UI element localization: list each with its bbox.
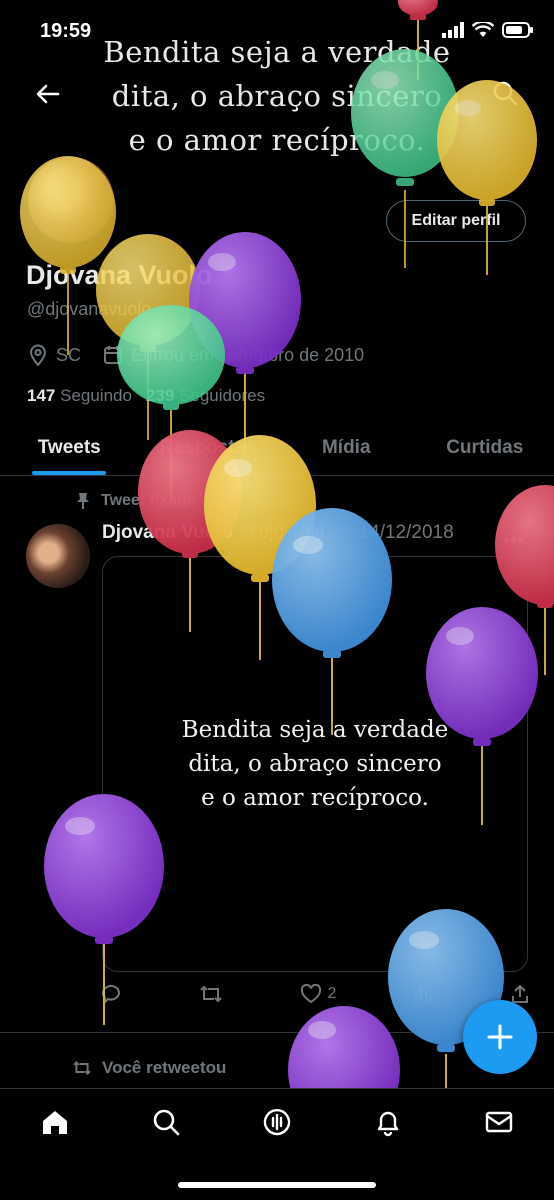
tweet-date: · 14/12/2018 <box>346 522 454 543</box>
compose-tweet-button[interactable] <box>463 1000 537 1074</box>
display-name: Djovana Vuolo <box>26 260 213 290</box>
tab-tweets[interactable]: Tweets <box>0 420 139 475</box>
like-icon <box>300 984 321 1004</box>
share-icon <box>511 984 528 1003</box>
joined-text: Entrou em setembro de 2010 <box>131 344 365 365</box>
tweet-header: Djovana Vuolo @djovana... · 14/12/2018 <box>102 522 454 544</box>
tweet-author-handle: @djovana... <box>239 522 341 543</box>
media-text: Bendita seja a verdade dita, o abraço si… <box>181 717 449 811</box>
tweet-media[interactable]: Bendita seja a verdade dita, o abraço si… <box>102 556 528 972</box>
profile-meta: SC Entrou em setembro de 2010 <box>28 344 364 366</box>
profile-avatar[interactable] <box>24 153 118 247</box>
user-handle: @djovanavuolo <box>27 299 152 319</box>
tweet-avatar[interactable] <box>26 524 90 588</box>
tweet-actions: 2 <box>100 984 530 1004</box>
tweet-author-name[interactable]: Djovana Vuolo <box>102 522 233 544</box>
following-link[interactable]: 147 Seguindo <box>27 386 132 406</box>
retweet-button[interactable] <box>199 984 223 1004</box>
compose-icon <box>487 1024 513 1050</box>
location-icon <box>29 344 47 366</box>
retweet-small-icon <box>73 1061 91 1075</box>
spaces-icon[interactable] <box>262 1107 292 1137</box>
follow-stats: 147 Seguindo 239 Seguidores <box>27 386 265 406</box>
profile-tabs: Tweets Respostas Mídia Curtidas <box>0 420 554 476</box>
more-options-icon[interactable]: ••• <box>503 530 524 553</box>
bell-icon[interactable] <box>373 1107 403 1137</box>
pin-icon <box>77 493 89 509</box>
tab-likes[interactable]: Curtidas <box>416 420 554 475</box>
edit-profile-button[interactable]: Editar perfil <box>386 200 526 242</box>
tab-replies[interactable]: Respostas <box>139 420 278 475</box>
back-icon[interactable] <box>34 80 62 108</box>
followers-link[interactable]: 239 Seguidores <box>146 386 265 406</box>
reply-button[interactable] <box>100 984 122 1004</box>
like-button[interactable]: 2 <box>300 984 337 1004</box>
views-icon <box>415 988 433 1002</box>
reply-icon <box>102 985 121 1004</box>
retweet-icon <box>200 985 222 1003</box>
banner-text: Bendita seja a verdade dita, o abraço si… <box>103 35 451 157</box>
search-nav-icon[interactable] <box>151 1107 181 1137</box>
share-button[interactable] <box>510 984 530 1004</box>
home-indicator <box>178 1182 376 1188</box>
views-button[interactable] <box>413 984 433 1004</box>
retweet-indicator: Você retweetou <box>72 1058 226 1078</box>
home-icon[interactable] <box>40 1107 70 1137</box>
like-count: 2 <box>327 985 337 1002</box>
calendar-icon <box>104 346 123 364</box>
tab-media[interactable]: Mídia <box>277 420 416 475</box>
search-icon[interactable] <box>492 80 518 106</box>
pinned-indicator: Tweet fixado <box>75 492 197 510</box>
mail-icon[interactable] <box>484 1107 514 1137</box>
location-text: SC <box>56 344 82 365</box>
